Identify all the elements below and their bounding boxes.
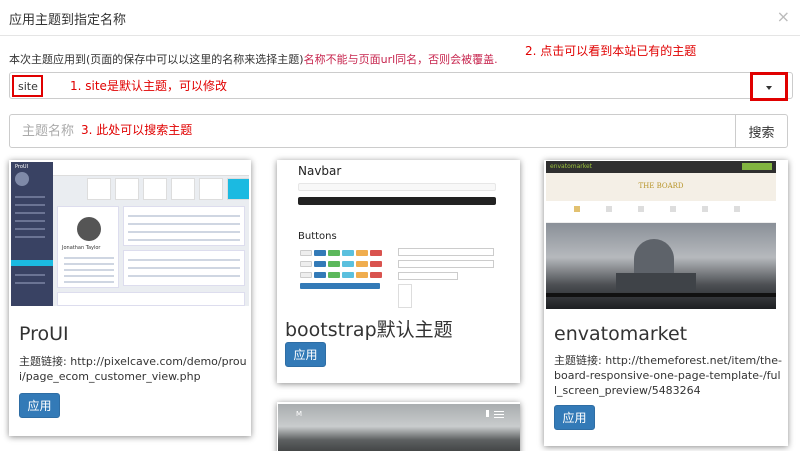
apply-button[interactable]: 应用 <box>285 342 326 367</box>
theme-card-proui: ProUI Jonathan Taylor ProUI 主题链接: http:/… <box>9 160 251 436</box>
annotation-3: 3. 此处可以搜索主题 <box>81 123 193 137</box>
description-main: 本次主题应用到(页面的保存中可以以这里的名称来选择主题) <box>9 53 304 66</box>
theme-name: envatomarket <box>554 323 688 345</box>
description-warning: 名称不能与页面url同名，否则会被覆盖. <box>303 53 498 66</box>
theme-name-value[interactable]: site <box>12 75 43 97</box>
description-text: 本次主题应用到(页面的保存中可以以这里的名称来选择主题)名称不能与页面url同名… <box>9 51 498 67</box>
theme-name: ProUI <box>19 323 69 345</box>
preview-buttons-heading: Buttons <box>298 231 337 242</box>
apply-button[interactable]: 应用 <box>554 405 595 430</box>
caret-down-icon <box>766 86 772 90</box>
theme-card-4: M <box>277 402 520 451</box>
theme-name: bootstrap默认主题 <box>285 319 453 341</box>
theme-link: 主题链接: http://pixelcave.com/demo/proui/pa… <box>19 354 249 384</box>
theme-dropdown-button[interactable] <box>750 72 788 101</box>
apply-button[interactable]: 应用 <box>19 393 60 418</box>
preview-brand: M <box>296 410 303 418</box>
annotation-1: 1. site是默认主题，可以修改 <box>70 79 227 93</box>
theme-link-label: 主题链接: <box>19 355 67 368</box>
preview-heading: THE BOARD <box>638 182 684 190</box>
close-icon[interactable]: × <box>777 7 790 26</box>
preview-brand: envatomarket <box>550 163 593 170</box>
theme-preview-envatomarket[interactable]: envatomarket THE BOARD <box>546 161 776 309</box>
theme-preview-bootstrap[interactable]: Navbar Buttons <box>280 160 520 310</box>
dialog-title: 应用主题到指定名称 <box>9 13 127 28</box>
theme-link-label: 主题链接: <box>554 354 602 367</box>
theme-link: 主题链接: http://themeforest.net/item/the-bo… <box>554 353 782 398</box>
preview-navbar-heading: Navbar <box>298 164 342 178</box>
preview-user-name: Jonathan Taylor <box>62 245 101 251</box>
theme-preview-proui[interactable]: ProUI Jonathan Taylor <box>11 162 249 306</box>
dialog-header: 应用主题到指定名称 × <box>0 0 800 36</box>
preview-brand: ProUI <box>15 164 29 170</box>
theme-preview-4[interactable]: M <box>278 404 520 451</box>
annotation-2: 2. 点击可以看到本站已有的主题 <box>525 44 697 58</box>
theme-card-envatomarket: envatomarket THE BOARD envatomarket 主题链接… <box>544 160 788 446</box>
preview-sidebar: ProUI <box>11 162 53 306</box>
search-button[interactable]: 搜索 <box>735 114 788 148</box>
theme-card-bootstrap: Navbar Buttons bootstrap默认主题 应用 <box>277 160 520 383</box>
